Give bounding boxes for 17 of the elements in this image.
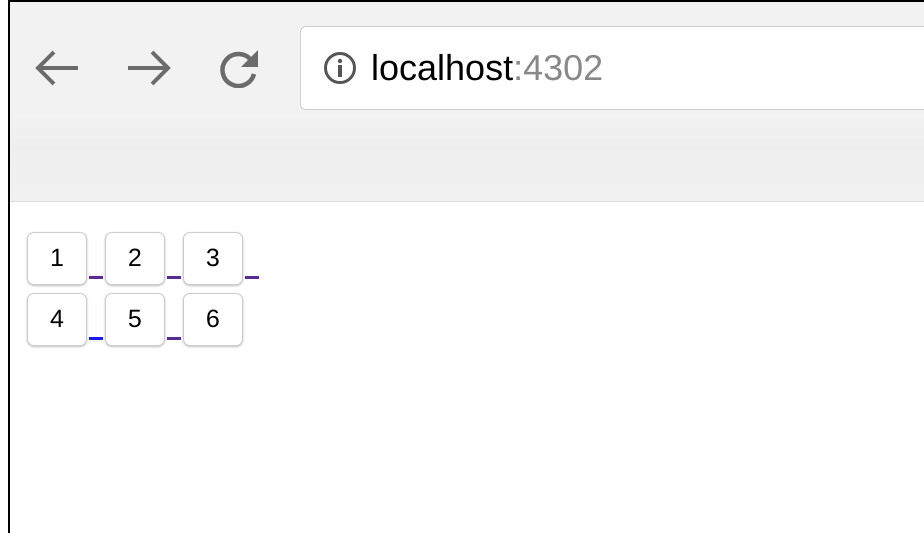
link-underline[interactable] (166, 276, 181, 279)
forward-arrow-icon[interactable] (126, 48, 172, 88)
number-button[interactable]: 5 (104, 293, 165, 346)
number-button[interactable]: 4 (27, 293, 87, 346)
url-text: localhost:4302 (371, 46, 604, 88)
link-underline[interactable] (88, 337, 103, 340)
back-arrow-icon[interactable] (34, 48, 80, 88)
link-underline[interactable] (244, 276, 259, 279)
number-button[interactable]: 6 (182, 293, 243, 346)
reload-icon[interactable] (218, 48, 260, 88)
number-button[interactable]: 2 (104, 232, 165, 285)
link-underline[interactable] (166, 337, 181, 340)
number-button[interactable]: 3 (182, 232, 243, 285)
link-underline[interactable] (88, 276, 103, 279)
number-button[interactable]: 1 (27, 232, 87, 285)
address-bar[interactable]: localhost:4302 (300, 26, 924, 110)
info-icon (323, 50, 357, 84)
